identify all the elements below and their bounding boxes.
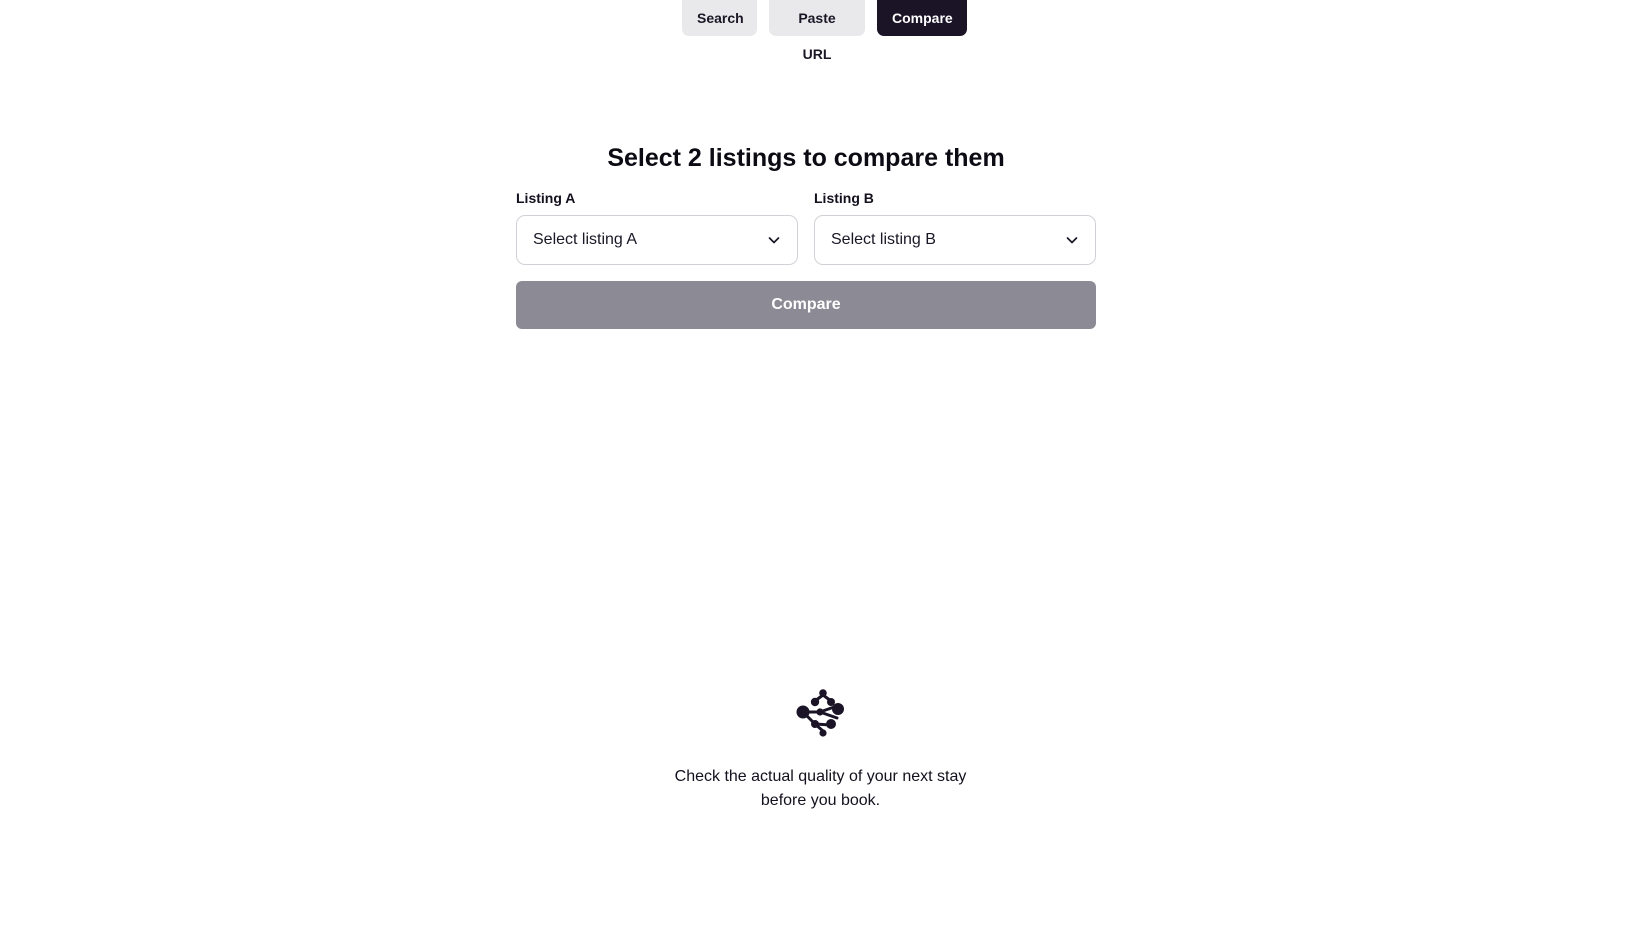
page-title: Select 2 listings to compare them <box>607 144 1005 172</box>
listing-b-group: Listing B Select listing B <box>814 188 1096 265</box>
tab-search[interactable]: Search <box>682 0 757 36</box>
footer: Check the actual quality of your next st… <box>0 688 1641 813</box>
listing-a-label: Listing A <box>516 190 576 206</box>
listing-b-label: Listing B <box>814 190 874 206</box>
listing-a-placeholder: Select listing A <box>533 231 638 248</box>
listing-selects: Listing A Select listing A Listing B Sel… <box>516 188 1096 265</box>
compare-panel: Select 2 listings to compare them Listin… <box>516 140 1096 329</box>
mode-tabs: Search Paste URL Compare <box>0 0 1641 62</box>
listing-a-select[interactable]: Select listing A <box>516 215 798 265</box>
chevron-down-icon <box>1065 233 1079 247</box>
tab-paste-url[interactable]: Paste URL <box>769 0 865 62</box>
tagline: Check the actual quality of your next st… <box>674 768 967 809</box>
page: Search Paste URL Compare Select 2 listin… <box>0 0 1641 925</box>
tab-compare[interactable]: Compare <box>877 0 967 36</box>
listing-b-select[interactable]: Select listing B <box>814 215 1096 265</box>
chevron-down-icon <box>767 233 781 247</box>
compare-button[interactable]: Compare <box>516 281 1096 329</box>
network-nodes-icon <box>793 688 849 738</box>
listing-a-group: Listing A Select listing A <box>516 188 798 265</box>
listing-b-placeholder: Select listing B <box>831 231 936 248</box>
